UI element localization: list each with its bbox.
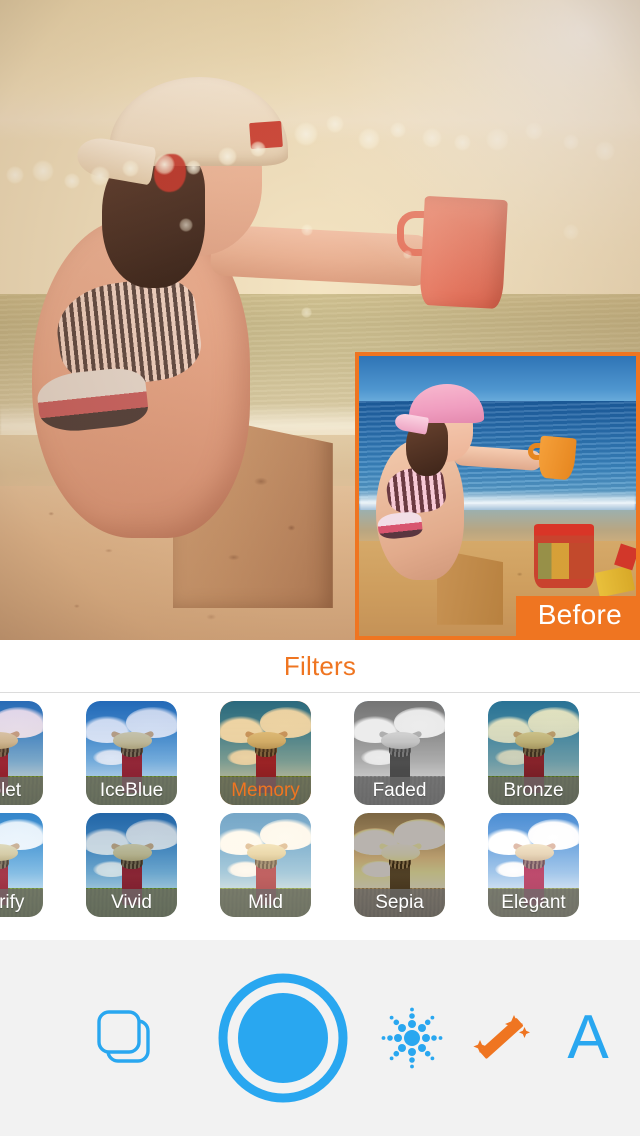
- photo-editor-screen: Before Filters Violet: [0, 0, 640, 1136]
- filters-scroll-area[interactable]: Violet IceBlue: [0, 693, 640, 937]
- filter-label-bar: Violet: [0, 777, 43, 805]
- filter-label-bar: Mild: [220, 889, 311, 917]
- filter-label-bar: Vivid: [86, 889, 177, 917]
- filter-label: Mild: [248, 892, 283, 913]
- filters-title: Filters: [283, 650, 357, 681]
- filter-item-memory[interactable]: Memory: [220, 701, 311, 805]
- filter-label-bar: Bronze: [488, 777, 579, 805]
- filter-item-vivid[interactable]: Vivid: [86, 813, 177, 917]
- bottom-toolbar: A: [0, 940, 640, 1136]
- filter-item-sepia[interactable]: Sepia: [354, 813, 445, 917]
- filter-label-bar: Faded: [354, 777, 445, 805]
- filter-row: Violet IceBlue: [0, 701, 640, 805]
- filter-item-mild[interactable]: Mild: [220, 813, 311, 917]
- filter-label: Elegant: [501, 892, 566, 913]
- before-orange-cup: [537, 435, 577, 481]
- filter-label-bar: Elegant: [488, 889, 579, 917]
- filter-label: Sepia: [375, 892, 424, 913]
- text-icon: A: [567, 1003, 609, 1072]
- photo-orange-cup: [419, 196, 509, 310]
- magic-wand-button[interactable]: [460, 998, 540, 1078]
- filter-label: Bronze: [503, 780, 564, 801]
- before-preview-thumbnail[interactable]: Before: [355, 352, 640, 640]
- filter-label: Faded: [372, 780, 427, 801]
- filter-item-violet[interactable]: Violet: [0, 701, 43, 805]
- shutter-icon: [218, 973, 348, 1103]
- filter-label: IceBlue: [99, 780, 164, 801]
- brightness-icon: [381, 1007, 443, 1069]
- brightness-button[interactable]: [372, 998, 452, 1078]
- filter-label-bar: Sepia: [354, 889, 445, 917]
- before-label-bar: Before: [515, 595, 636, 636]
- filter-label: Clarify: [0, 892, 25, 913]
- filters-panel: Filters Violet: [0, 640, 640, 940]
- filter-row: Clarify Vivid: [0, 813, 640, 917]
- photo-cap-clip: [248, 120, 283, 149]
- main-photo-canvas[interactable]: Before: [0, 0, 640, 640]
- before-sky: [359, 356, 636, 404]
- layers-button[interactable]: [70, 993, 180, 1083]
- before-label: Before: [537, 598, 622, 630]
- filter-item-iceblue[interactable]: IceBlue: [86, 701, 177, 805]
- layers-icon: [97, 1010, 150, 1063]
- filter-item-elegant[interactable]: Elegant: [488, 813, 579, 917]
- shutter-button[interactable]: [208, 963, 358, 1113]
- before-red-bucket: [533, 524, 595, 589]
- filter-item-faded[interactable]: Faded: [354, 701, 445, 805]
- filter-label: Memory: [231, 780, 300, 801]
- filter-label-bar: IceBlue: [86, 777, 177, 805]
- filter-item-clarify[interactable]: Clarify: [0, 813, 43, 917]
- filter-item-bronze[interactable]: Bronze: [488, 701, 579, 805]
- filter-label-bar: Clarify: [0, 889, 43, 917]
- text-tool-button[interactable]: A: [548, 998, 628, 1078]
- filter-label: Vivid: [111, 892, 152, 913]
- magic-wand-icon: [473, 1015, 530, 1059]
- photo-cap-accent: [153, 153, 186, 192]
- filter-label-bar: Memory: [220, 777, 311, 805]
- filter-label: Violet: [0, 780, 22, 801]
